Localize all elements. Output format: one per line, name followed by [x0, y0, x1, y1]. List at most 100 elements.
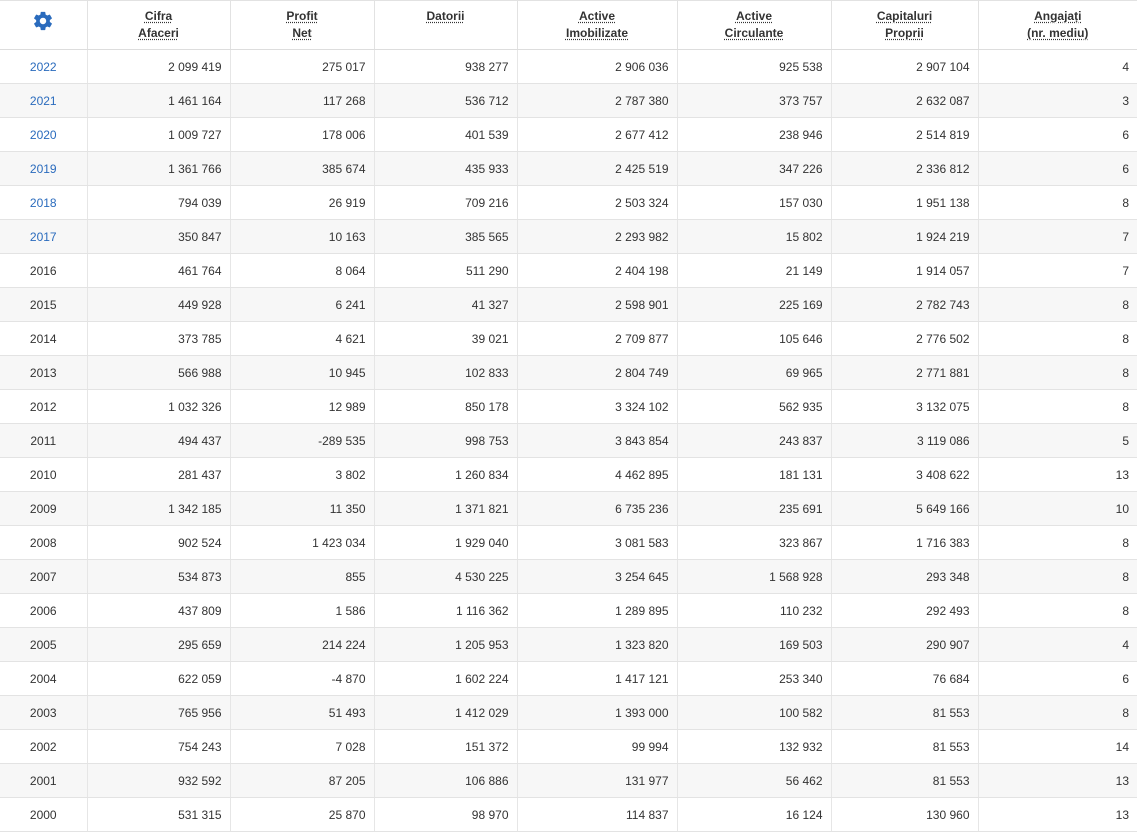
col-header-active-imobilizate[interactable]: Active Imobilizate: [517, 0, 678, 50]
table-row: 2017 350 847 10 163 385 565 2 293 982 15 802 1…: [0, 219, 1137, 254]
year-cell: 2007: [0, 559, 88, 594]
cell-cifra-afaceri: 449 928: [87, 287, 231, 322]
year-link[interactable]: 2021: [0, 83, 88, 118]
col-header-datorii[interactable]: Datorii: [374, 0, 518, 50]
cell-datorii: 511 290: [374, 253, 518, 288]
cell-capitaluri-proprii: 1 914 057: [831, 253, 979, 288]
cell-datorii: 998 753: [374, 423, 518, 458]
cell-datorii: 4 530 225: [374, 559, 518, 594]
cell-angajati: 8: [978, 525, 1137, 560]
cell-active-imobilizate: 4 462 895: [517, 457, 678, 492]
cell-profit-net: 3 802: [230, 457, 375, 492]
table-row: 2022 2 099 419 275 017 938 277 2 906 036 925 …: [0, 49, 1137, 84]
cell-datorii: 98 970: [374, 797, 518, 832]
cell-capitaluri-proprii: 3 119 086: [831, 423, 979, 458]
cell-profit-net: 10 945: [230, 355, 375, 390]
cell-active-imobilizate: 2 293 982: [517, 219, 678, 254]
table-row: 2015 449 928 6 241 41 327 2 598 901 225 169 2 …: [0, 287, 1137, 322]
col-header-angajati[interactable]: Angajați (nr. mediu): [978, 0, 1137, 50]
cell-active-imobilizate: 2 787 380: [517, 83, 678, 118]
cell-active-circulante: 110 232: [677, 593, 832, 628]
table-row: 2008 902 524 1 423 034 1 929 040 3 081 583 32…: [0, 525, 1137, 560]
year-link[interactable]: 2020: [0, 117, 88, 152]
year-cell: 2008: [0, 525, 88, 560]
col-header-line1: Datorii: [426, 9, 465, 23]
cell-profit-net: 1 423 034: [230, 525, 375, 560]
cell-active-circulante: 253 340: [677, 661, 832, 696]
cell-active-imobilizate: 3 081 583: [517, 525, 678, 560]
year-link[interactable]: 2019: [0, 151, 88, 186]
year-cell: 2012: [0, 389, 88, 424]
cell-capitaluri-proprii: 3 132 075: [831, 389, 979, 424]
cell-angajati: 3: [978, 83, 1137, 118]
gear-icon[interactable]: [32, 10, 54, 32]
cell-active-imobilizate: 6 735 236: [517, 491, 678, 526]
year-cell: 2013: [0, 355, 88, 390]
cell-profit-net: -4 870: [230, 661, 375, 696]
cell-datorii: 39 021: [374, 321, 518, 356]
cell-profit-net: 178 006: [230, 117, 375, 152]
cell-active-circulante: 21 149: [677, 253, 832, 288]
year-link[interactable]: 2018: [0, 185, 88, 220]
cell-datorii: 151 372: [374, 729, 518, 764]
cell-cifra-afaceri: 754 243: [87, 729, 231, 764]
col-header-line1: Active: [578, 9, 616, 23]
cell-angajati: 6: [978, 151, 1137, 186]
cell-angajati: 13: [978, 763, 1137, 798]
table-row: 2014 373 785 4 621 39 021 2 709 877 105 646 2 …: [0, 321, 1137, 356]
cell-active-imobilizate: 2 906 036: [517, 49, 678, 84]
cell-datorii: 1 205 953: [374, 627, 518, 662]
cell-active-circulante: 323 867: [677, 525, 832, 560]
year-cell: 2016: [0, 253, 88, 288]
year-link[interactable]: 2022: [0, 49, 88, 84]
cell-cifra-afaceri: 566 988: [87, 355, 231, 390]
cell-active-circulante: 235 691: [677, 491, 832, 526]
financial-table: Cifra Afaceri Profit Net Datorii Active …: [0, 0, 1137, 832]
cell-profit-net: 275 017: [230, 49, 375, 84]
cell-active-circulante: 347 226: [677, 151, 832, 186]
table-row: 2013 566 988 10 945 102 833 2 804 749 69 965 2…: [0, 355, 1137, 390]
header-row: Cifra Afaceri Profit Net Datorii Active …: [0, 0, 1137, 50]
cell-active-circulante: 373 757: [677, 83, 832, 118]
cell-datorii: 1 116 362: [374, 593, 518, 628]
cell-angajati: 13: [978, 797, 1137, 832]
year-link[interactable]: 2017: [0, 219, 88, 254]
cell-angajati: 7: [978, 253, 1137, 288]
cell-angajati: 8: [978, 695, 1137, 730]
cell-capitaluri-proprii: 81 553: [831, 729, 979, 764]
cell-cifra-afaceri: 902 524: [87, 525, 231, 560]
cell-cifra-afaceri: 1 461 164: [87, 83, 231, 118]
cell-profit-net: 8 064: [230, 253, 375, 288]
cell-capitaluri-proprii: 2 907 104: [831, 49, 979, 84]
cell-capitaluri-proprii: 3 408 622: [831, 457, 979, 492]
cell-profit-net: 11 350: [230, 491, 375, 526]
year-cell: 2004: [0, 661, 88, 696]
cell-cifra-afaceri: 373 785: [87, 321, 231, 356]
cell-capitaluri-proprii: 81 553: [831, 763, 979, 798]
cell-datorii: 850 178: [374, 389, 518, 424]
table-row: 2007 534 873 855 4 530 225 3 254 645 1 568 92…: [0, 559, 1137, 594]
cell-angajati: 10: [978, 491, 1137, 526]
cell-cifra-afaceri: 1 361 766: [87, 151, 231, 186]
table-row: 2004 622 059 -4 870 1 602 224 1 417 121 253 3…: [0, 661, 1137, 696]
cell-profit-net: 12 989: [230, 389, 375, 424]
cell-profit-net: 87 205: [230, 763, 375, 798]
cell-capitaluri-proprii: 2 782 743: [831, 287, 979, 322]
cell-capitaluri-proprii: 130 960: [831, 797, 979, 832]
cell-active-imobilizate: 3 324 102: [517, 389, 678, 424]
year-cell: 2011: [0, 423, 88, 458]
cell-capitaluri-proprii: 2 771 881: [831, 355, 979, 390]
col-header-active-circulante[interactable]: Active Circulante: [677, 0, 832, 50]
cell-active-imobilizate: 1 417 121: [517, 661, 678, 696]
col-header-capitaluri-proprii[interactable]: Capitaluri Proprii: [831, 0, 979, 50]
col-header-profit-net[interactable]: Profit Net: [230, 0, 375, 50]
table-row: 2009 1 342 185 11 350 1 371 821 6 735 236 235…: [0, 491, 1137, 526]
cell-active-imobilizate: 114 837: [517, 797, 678, 832]
col-header-cifra-afaceri[interactable]: Cifra Afaceri: [87, 0, 231, 50]
cell-active-circulante: 100 582: [677, 695, 832, 730]
table-row: 2001 932 592 87 205 106 886 131 977 56 462 81 …: [0, 763, 1137, 798]
cell-profit-net: 214 224: [230, 627, 375, 662]
year-cell: 2010: [0, 457, 88, 492]
cell-active-circulante: 132 932: [677, 729, 832, 764]
cell-datorii: 41 327: [374, 287, 518, 322]
